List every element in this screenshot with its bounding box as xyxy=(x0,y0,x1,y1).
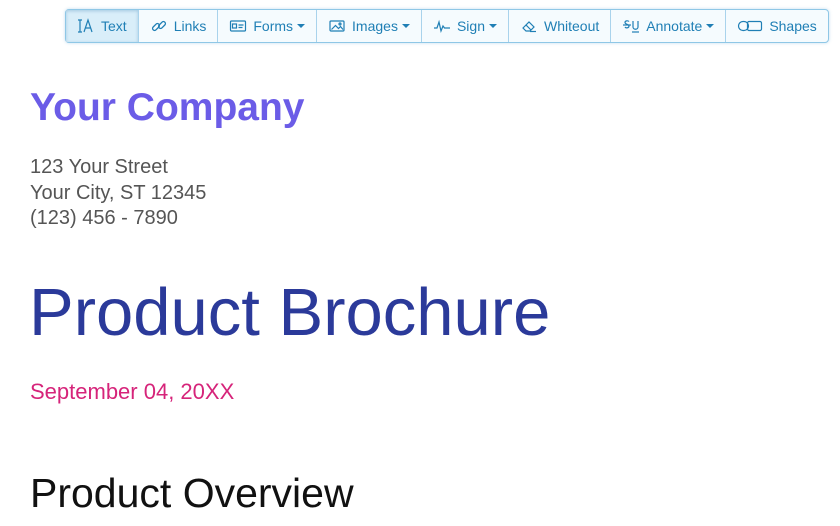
address-line-city[interactable]: Your City, ST 12345 xyxy=(30,181,206,207)
address-line-street[interactable]: 123 Your Street xyxy=(30,155,206,181)
links-tool-button[interactable]: Links xyxy=(139,10,219,42)
annotate-tool-label: Annotate xyxy=(646,18,703,34)
shapes-tool-label: Shapes xyxy=(769,18,817,34)
images-tool-button[interactable]: Images xyxy=(317,10,422,42)
pdf-editor-page: Text Links Forms Images Sign Whiteout An… xyxy=(0,0,840,526)
forms-tool-button[interactable]: Forms xyxy=(218,10,318,42)
whiteout-tool-label: Whiteout xyxy=(544,18,600,34)
sign-tool-button[interactable]: Sign xyxy=(422,10,509,42)
shapes-tool-button[interactable]: Shapes xyxy=(726,10,827,42)
phone-number[interactable]: (123) 456 - 7890 xyxy=(30,206,206,232)
company-name[interactable]: Your Company xyxy=(30,86,304,130)
chevron-down-icon xyxy=(489,24,497,28)
text-tool-label: Text xyxy=(101,18,127,34)
eraser-icon xyxy=(520,17,538,35)
text-cursor-icon xyxy=(77,17,95,35)
links-tool-label: Links xyxy=(173,18,207,34)
text-tool-button[interactable]: Text xyxy=(66,10,139,42)
section-heading[interactable]: Product Overview xyxy=(30,470,354,517)
chevron-down-icon xyxy=(297,24,306,28)
whiteout-tool-button[interactable]: Whiteout xyxy=(509,10,612,42)
signature-icon xyxy=(433,17,451,35)
company-address: 123 Your Street Your City, ST 12345 (123… xyxy=(30,155,206,232)
link-icon xyxy=(150,17,168,35)
sign-tool-label: Sign xyxy=(456,18,485,34)
images-tool-label: Images xyxy=(352,18,398,34)
form-icon xyxy=(229,17,247,35)
document-title[interactable]: Product Brochure xyxy=(29,274,550,351)
shapes-icon xyxy=(737,17,763,35)
annotate-tool-button[interactable]: Annotate xyxy=(611,10,727,42)
strikethrough-underline-icon xyxy=(622,17,640,35)
chevron-down-icon xyxy=(706,24,715,28)
forms-tool-label: Forms xyxy=(253,18,294,34)
image-icon xyxy=(328,17,346,35)
chevron-down-icon xyxy=(401,24,410,28)
editor-toolbar: Text Links Forms Images Sign Whiteout An… xyxy=(65,9,829,43)
document-date[interactable]: September 04, 20XX xyxy=(30,379,234,405)
